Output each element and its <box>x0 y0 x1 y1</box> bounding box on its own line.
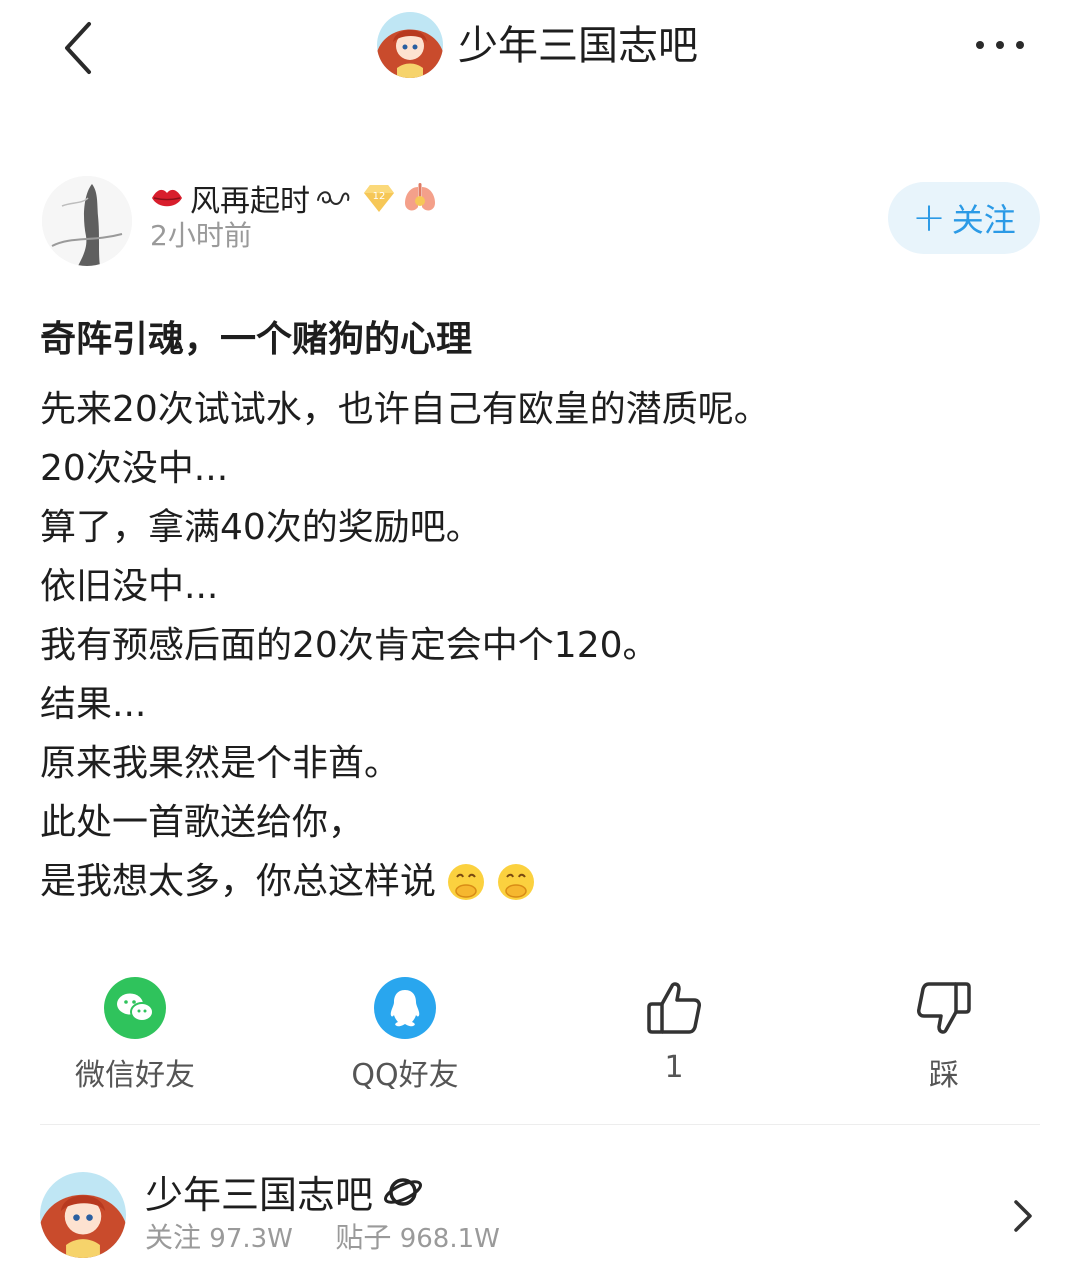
post-line: 先来20次试试水，也许自己有欧皇的潜质呢。 <box>40 389 770 430</box>
cover-mouth-emoji-icon <box>448 863 485 900</box>
forum-avatar-icon <box>40 1172 126 1258</box>
forum-posts-label: 贴子 <box>335 1221 392 1254</box>
follow-button[interactable]: + 关注 <box>888 182 1040 254</box>
share-wechat-button[interactable]: 微信好友 <box>35 968 235 1094</box>
qq-label: QQ好友 <box>351 1058 459 1093</box>
chevron-right-icon <box>1014 1200 1032 1232</box>
follow-label: 关注 <box>951 201 1016 239</box>
dislike-label: 踩 <box>929 1058 959 1093</box>
post-time: 2小时前 <box>150 219 252 252</box>
planet-icon <box>384 1177 422 1206</box>
divider <box>40 1124 1040 1125</box>
cover-mouth-emoji-icon <box>498 863 535 900</box>
post-line: 我有预感后面的20次肯定会中个120。 <box>40 625 659 666</box>
dislike-icon-wrap <box>912 976 976 1040</box>
author-name-row: 风再起时 12 <box>150 178 438 219</box>
forum-follow-label: 关注 <box>145 1221 202 1254</box>
dislike-button[interactable]: 踩 <box>844 968 1044 1094</box>
level-badge-text: 12 <box>373 191 386 202</box>
post-line: 此处一首歌送给你， <box>40 802 365 843</box>
thumbs-down-icon <box>917 982 971 1034</box>
forum-stats: 关注 97.3W 贴子 968.1W <box>145 1216 500 1256</box>
chevron-left-icon <box>65 22 91 74</box>
like-icon-wrap <box>642 976 706 1040</box>
post-line: 20次没中... <box>40 448 229 489</box>
like-button[interactable]: 1 <box>574 968 774 1085</box>
post-line: 算了，拿满40次的奖励吧。 <box>40 507 482 548</box>
post-last-line: 是我想太多，你总这样说 <box>40 852 1040 911</box>
plus-icon: + <box>912 195 946 241</box>
post-line: 原来我果然是个非酋。 <box>40 743 401 784</box>
forum-avatar[interactable] <box>40 1172 126 1258</box>
qq-icon-wrap <box>373 976 437 1040</box>
page-title: 少年三国志吧 <box>458 23 698 69</box>
post-line-text: 是我想太多，你总这样说 <box>40 861 437 902</box>
wechat-icon-wrap <box>103 976 167 1040</box>
forum-open-button[interactable] <box>1010 1196 1036 1236</box>
back-button[interactable] <box>55 18 107 78</box>
qq-icon <box>374 977 436 1039</box>
more-dots-icon <box>976 41 1024 49</box>
post-body: 先来20次试试水，也许自己有欧皇的潜质呢。 20次没中... 算了，拿满40次的… <box>40 380 1040 911</box>
forum-name: 少年三国志吧 <box>145 1173 374 1217</box>
post-line: 结果... <box>40 684 147 725</box>
forum-follow-count: 97.3W <box>209 1224 293 1254</box>
level-badge-icon[interactable]: 12 <box>362 181 396 215</box>
lips-icon <box>152 189 182 207</box>
post-line: 依旧没中... <box>40 566 219 607</box>
forum-avatar-icon <box>377 12 443 78</box>
more-button[interactable] <box>970 30 1030 60</box>
thumbs-up-icon <box>647 982 701 1034</box>
forum-avatar-small[interactable] <box>377 12 443 78</box>
author-avatar[interactable] <box>42 176 132 266</box>
wechat-label: 微信好友 <box>75 1058 195 1093</box>
swirl-icon <box>317 191 350 205</box>
post-title: 奇阵引魂，一个赌狗的心理 <box>40 319 473 360</box>
forum-name-row[interactable]: 少年三国志吧 <box>145 1164 423 1219</box>
wechat-icon <box>104 977 166 1039</box>
author-avatar-icon <box>42 176 132 266</box>
lungs-badge-icon[interactable] <box>402 181 438 215</box>
share-qq-button[interactable]: QQ好友 <box>305 968 505 1094</box>
like-count: 1 <box>664 1050 684 1085</box>
forum-posts-count: 968.1W <box>399 1224 500 1254</box>
